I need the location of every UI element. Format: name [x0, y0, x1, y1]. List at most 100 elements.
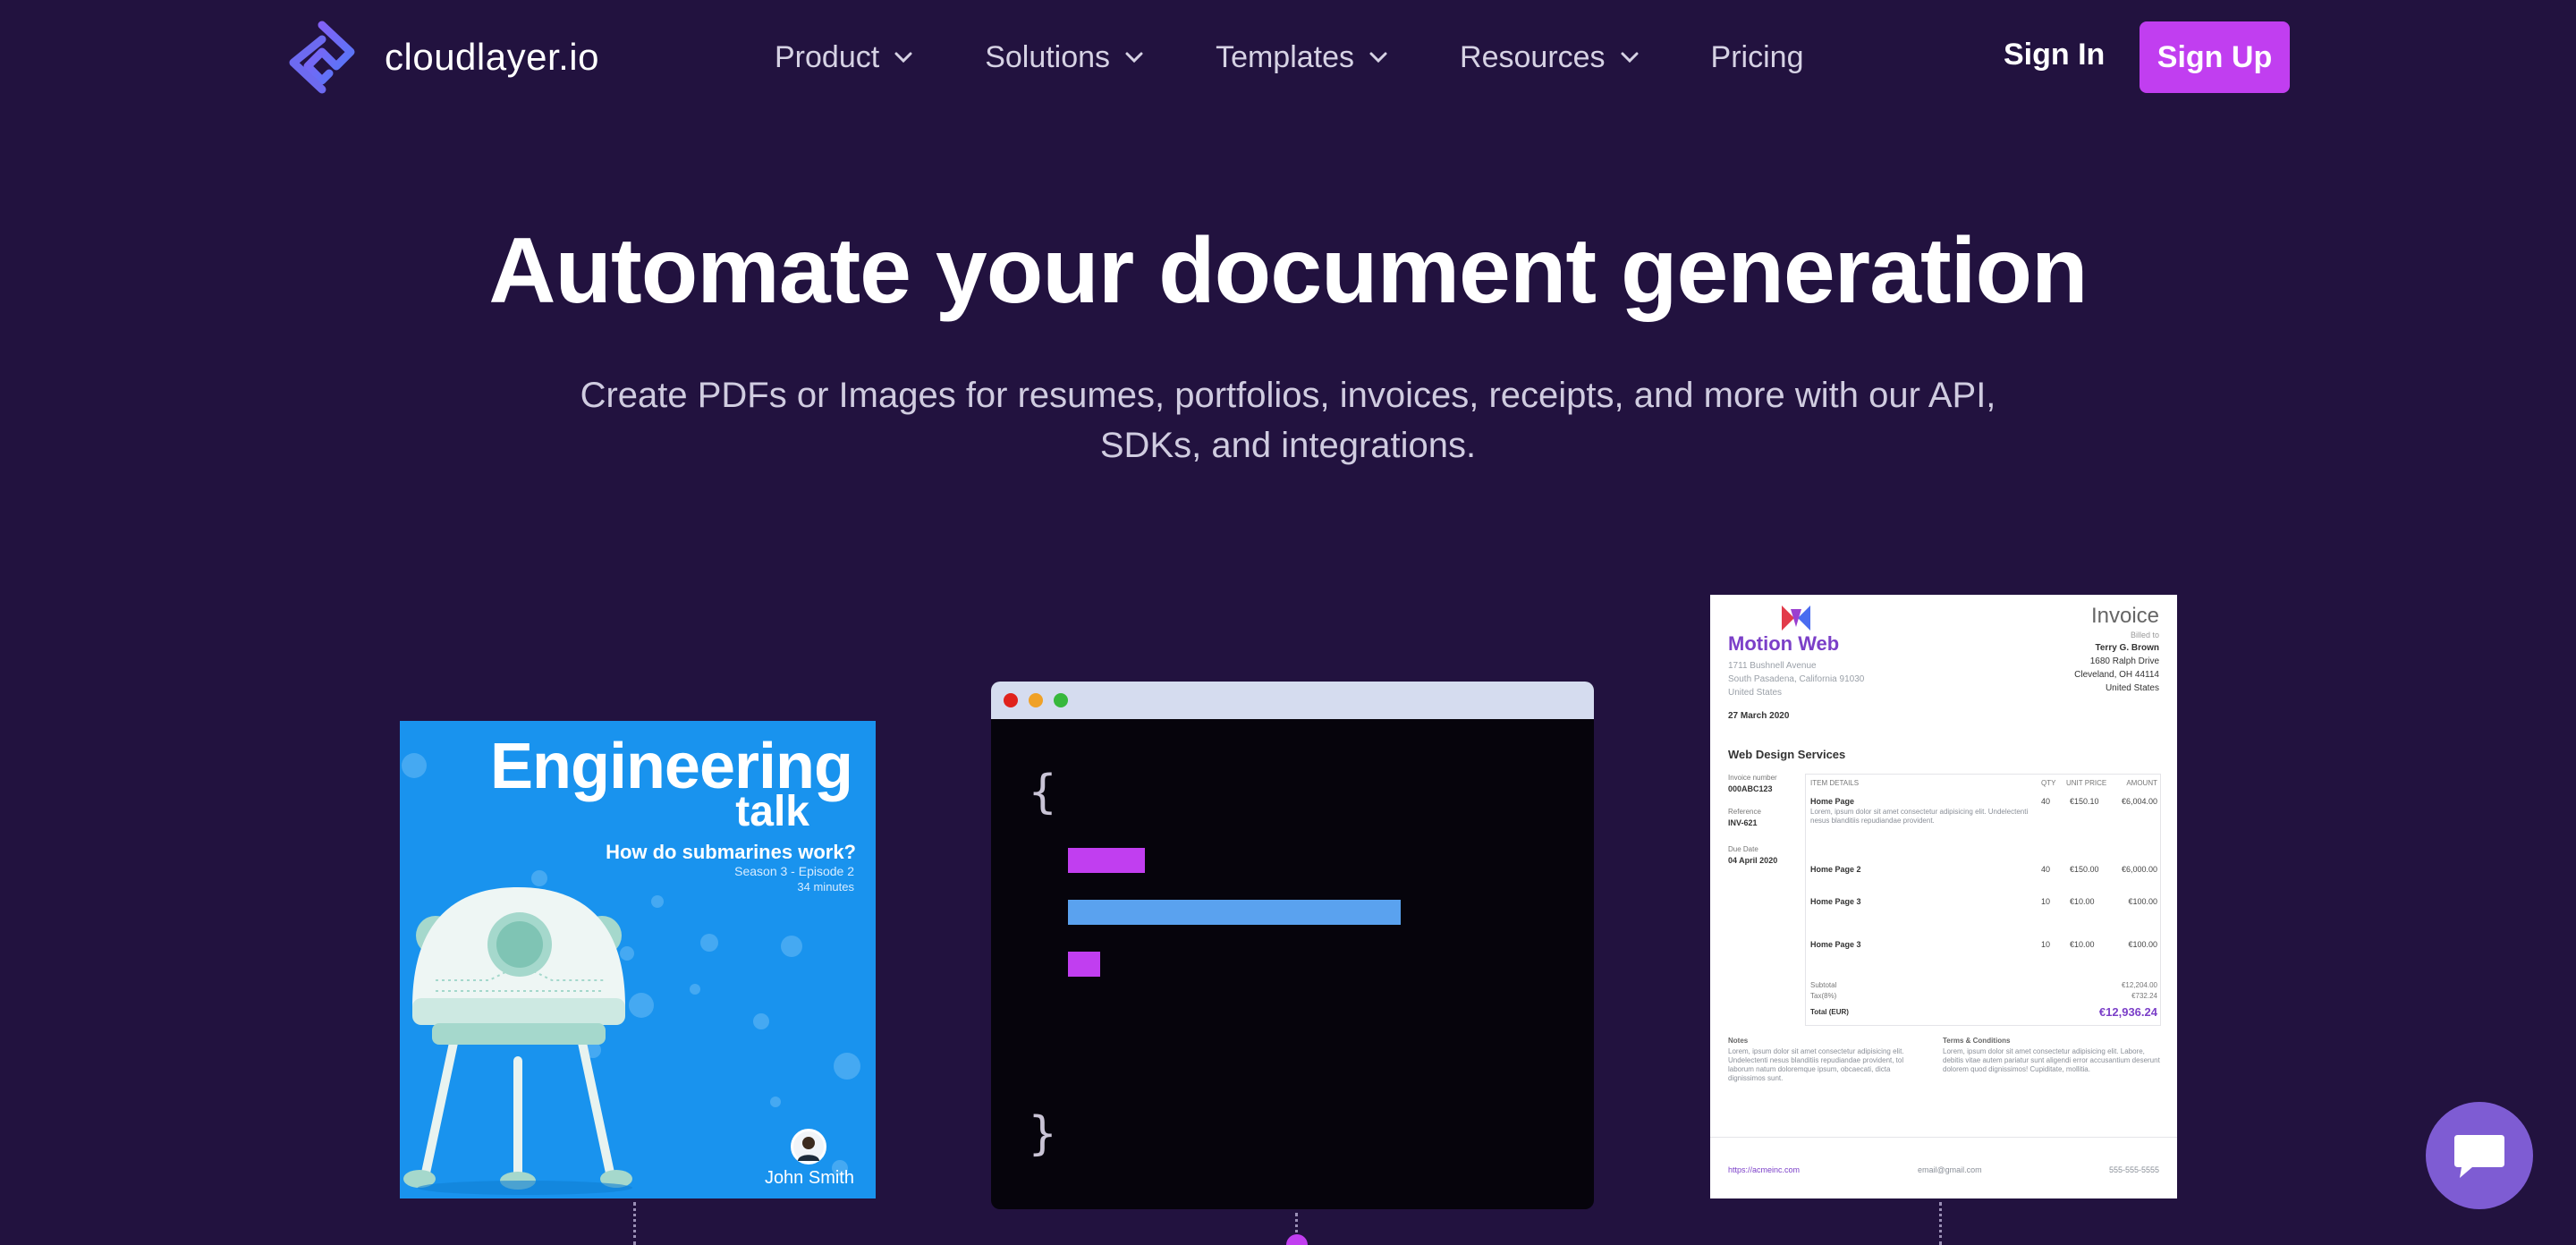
podcast-title-line2: talk	[735, 788, 809, 835]
host-avatar	[791, 1129, 826, 1165]
chevron-down-icon	[1125, 52, 1143, 64]
item-qty: 40	[2041, 865, 2051, 874]
chat-widget-button[interactable]	[2426, 1102, 2533, 1209]
invoice-meta-label: Due Date	[1728, 845, 1758, 853]
invoice-heading: Invoice	[2090, 604, 2159, 628]
chevron-down-icon	[894, 52, 912, 64]
item-qty: 40	[2041, 797, 2051, 806]
item-amount: €6,000.00	[2121, 865, 2157, 874]
close-window-dot	[1004, 693, 1018, 707]
footer-phone: 555-555-5555	[2108, 1165, 2159, 1174]
billed-to-line: United States	[2105, 683, 2159, 693]
hero-subtitle: Create PDFs or Images for resumes, portf…	[580, 376, 1996, 465]
invoice-meta-value: 000ABC123	[1728, 784, 1773, 793]
tax-label: Tax(8%)	[1810, 992, 1837, 1000]
notes-text: Lorem, ipsum dolor sit amet consectetur …	[1728, 1047, 1904, 1082]
code-close-brace: }	[1029, 1107, 1057, 1161]
menu-product-label: Product	[775, 39, 880, 74]
total-label: Total (EUR)	[1810, 1008, 1849, 1016]
invoice-meta-label: Reference	[1728, 808, 1761, 816]
menu-pricing[interactable]: Pricing	[1711, 40, 1804, 75]
billed-to-line: Terry G. Brown	[2095, 643, 2160, 653]
invoice-section-title: Web Design Services	[1728, 748, 1846, 761]
column-header: QTY	[2041, 779, 2056, 787]
maximize-window-dot	[1054, 693, 1068, 707]
billed-to-line: Cleveland, OH 44114	[2074, 670, 2159, 680]
item-amount: €100.00	[2128, 940, 2157, 949]
main-menu: Product Solutions Templates Resources Pr…	[775, 36, 1875, 79]
chevron-down-icon	[1621, 52, 1639, 64]
code-line-value	[1068, 900, 1401, 925]
code-open-brace: {	[1029, 766, 1057, 819]
item-description: Lorem, ipsum dolor sit amet consectetur …	[1810, 808, 2029, 825]
item-qty: 10	[2041, 940, 2051, 949]
item-unit-price: €10.00	[2070, 897, 2095, 906]
invoice-address-line: United States	[1728, 688, 1783, 698]
brand-logo[interactable]: cloudlayer.io	[284, 20, 599, 95]
code-line-key	[1068, 848, 1145, 873]
item-name: Home Page	[1810, 797, 1855, 806]
item-name: Home Page 2	[1810, 865, 1861, 874]
podcast-template-card[interactable]: Engineering talk How do submarines work?…	[400, 721, 876, 1198]
menu-templates[interactable]: Templates	[1216, 40, 1388, 75]
column-header: AMOUNT	[2126, 779, 2157, 787]
menu-resources[interactable]: Resources	[1460, 40, 1640, 75]
item-name: Home Page 3	[1810, 897, 1861, 906]
cloudlayer-logo-icon	[289, 21, 355, 94]
billed-to-label: Billed to	[2130, 631, 2159, 639]
top-navigation: cloudlayer.io Product Solutions Template…	[0, 0, 2576, 114]
window-titlebar	[991, 682, 1594, 719]
code-editor-card: { }	[991, 682, 1594, 1209]
item-amount: €6,004.00	[2121, 797, 2157, 806]
invoice-meta-value: 04 April 2020	[1728, 856, 1778, 865]
brand-name: cloudlayer.io	[385, 36, 599, 78]
menu-solutions[interactable]: Solutions	[985, 40, 1144, 75]
minimize-window-dot	[1029, 693, 1043, 707]
menu-resources-label: Resources	[1460, 39, 1606, 74]
terms-text: Lorem, ipsum dolor sit amet consectetur …	[1943, 1047, 2160, 1073]
chat-bubble-icon	[2454, 1135, 2504, 1178]
item-unit-price: €150.00	[2070, 865, 2099, 874]
subtotal-label: Subtotal	[1810, 981, 1837, 989]
notes-label: Notes	[1728, 1037, 1749, 1045]
menu-pricing-label: Pricing	[1710, 39, 1804, 74]
footer-url: https://acmeinc.com	[1728, 1165, 1801, 1174]
item-unit-price: €10.00	[2070, 940, 2095, 949]
item-unit-price: €150.10	[2070, 797, 2099, 806]
footer-email: email@gmail.com	[1918, 1165, 1982, 1174]
connector-line	[633, 1202, 636, 1245]
podcast-episode-title: How do submarines work?	[606, 841, 856, 863]
invoice-address-line: South Pasadena, California 91030	[1728, 674, 1865, 684]
connector-line	[1939, 1202, 1942, 1245]
menu-templates-label: Templates	[1216, 39, 1355, 74]
podcast-duration: 34 minutes	[797, 880, 854, 894]
invoice-meta-value: INV-621	[1728, 818, 1758, 827]
item-amount: €100.00	[2128, 897, 2157, 906]
menu-product[interactable]: Product	[775, 40, 913, 75]
total-value: €12,936.24	[2098, 1005, 2157, 1019]
sign-up-button[interactable]: Sign Up	[2140, 21, 2290, 93]
invoice-date: 27 March 2020	[1728, 711, 1790, 721]
item-qty: 10	[2041, 897, 2051, 906]
item-name: Home Page 3	[1810, 940, 1861, 949]
invoice-template-card[interactable]: Invoice Motion Web 1711 Bushnell Avenue …	[1710, 595, 2177, 1198]
chevron-down-icon	[1369, 52, 1387, 64]
hero-title: Automate your document generation	[488, 219, 2088, 323]
connector-node	[1286, 1234, 1308, 1245]
column-header: UNIT PRICE	[2066, 779, 2107, 787]
motion-web-logo-icon	[1782, 606, 1810, 631]
invoice-address-line: 1711 Bushnell Avenue	[1728, 661, 1817, 671]
invoice-company: Motion Web	[1728, 632, 1840, 655]
podcast-host-name: John Smith	[764, 1168, 854, 1188]
sign-in-link[interactable]: Sign In	[2004, 38, 2105, 72]
podcast-season: Season 3 - Episode 2	[734, 864, 854, 878]
invoice-meta-label: Invoice number	[1728, 774, 1777, 782]
person-icon	[798, 1137, 819, 1161]
terms-label: Terms & Conditions	[1943, 1037, 2011, 1045]
tax-value: €732.24	[2131, 992, 2157, 1000]
code-line-short	[1068, 952, 1100, 977]
column-header: ITEM DETAILS	[1810, 779, 1860, 787]
menu-solutions-label: Solutions	[985, 39, 1111, 74]
subtotal-value: €12,204.00	[2121, 981, 2157, 989]
invoice-footer-divider	[1710, 1137, 2177, 1138]
